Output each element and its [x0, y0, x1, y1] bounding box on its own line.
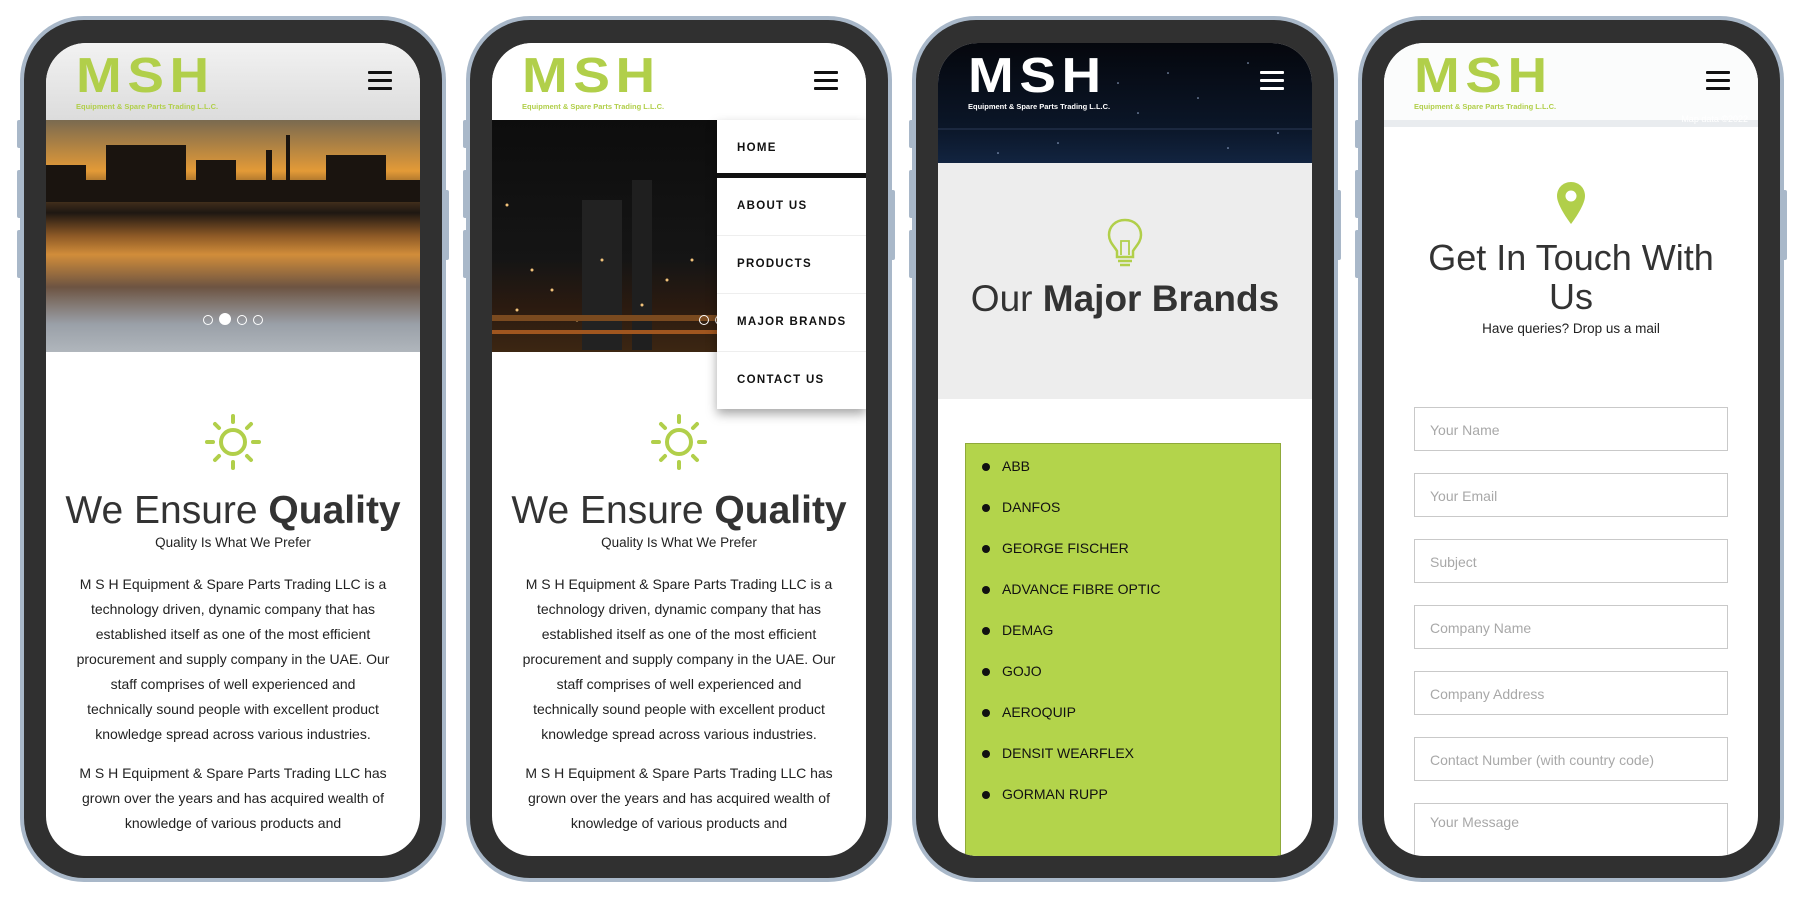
- sun-icon: [651, 414, 707, 470]
- msh-logo[interactable]: MSH Equipment & Spare Parts Trading L.L.…: [76, 51, 218, 111]
- message-textarea[interactable]: Your Message: [1414, 803, 1728, 856]
- brand-name: AEROQUIP: [1002, 704, 1076, 720]
- msh-logo[interactable]: MSH Equipment & Spare Parts Trading L.L.…: [1414, 51, 1556, 111]
- slider-dot[interactable]: [219, 313, 231, 325]
- brand-list-item: DENSIT WEARFLEX: [966, 733, 1280, 774]
- bullet-icon: [982, 544, 990, 553]
- brand-list-item: ADVANCE FIBRE OPTIC: [966, 569, 1280, 610]
- bullet-icon: [982, 708, 990, 717]
- phone-frame-contact: Map data ©2022 MSH Equipment & Spare Par…: [1355, 20, 1787, 878]
- bullet-icon: [982, 503, 990, 512]
- intro-paragraph: M S H Equipment & Spare Parts Trading LL…: [76, 576, 390, 742]
- bullet-icon: [982, 749, 990, 758]
- nav-item-home[interactable]: HOME: [717, 120, 866, 178]
- screen-home: MSH Equipment & Spare Parts Trading L.L.…: [46, 43, 420, 856]
- phone-frame-brands: MSH Equipment & Spare Parts Trading L.L.…: [909, 20, 1341, 878]
- intro-paragraph: M S H Equipment & Spare Parts Trading LL…: [522, 576, 836, 742]
- site-header: MSH Equipment & Spare Parts Trading L.L.…: [492, 43, 866, 120]
- brand-name: GORMAN RUPP: [1002, 786, 1108, 802]
- history-paragraph: M S H Equipment & Spare Parts Trading LL…: [525, 765, 833, 831]
- slider-dots: [46, 312, 420, 330]
- hamburger-menu-icon[interactable]: [814, 71, 838, 91]
- nav-item-major-brands[interactable]: MAJOR BRANDS: [717, 294, 866, 352]
- contact-number-input[interactable]: Contact Number (with country code): [1414, 737, 1728, 781]
- bullet-icon: [982, 790, 990, 799]
- brands-list-box: ABB DANFOS GEORGE FISCHER ADVANCE FIBRE OPT…: [965, 443, 1281, 856]
- subject-input[interactable]: Subject: [1414, 539, 1728, 583]
- brand-name: DENSIT WEARFLEX: [1002, 745, 1134, 761]
- section-heading: We Ensure Quality: [511, 489, 847, 532]
- brand-list-item: ABB: [966, 446, 1280, 487]
- history-paragraph: M S H Equipment & Spare Parts Trading LL…: [79, 765, 387, 831]
- brand-list-item: GEORGE FISCHER: [966, 528, 1280, 569]
- email-input[interactable]: Your Email: [1414, 473, 1728, 517]
- brand-name: DANFOS: [1002, 499, 1061, 515]
- contact-subheading: Have queries? Drop us a mail: [1482, 321, 1660, 336]
- msh-logo[interactable]: MSH Equipment & Spare Parts Trading L.L.…: [522, 51, 664, 111]
- brands-heading: Our Major Brands: [970, 278, 1280, 319]
- msh-logo[interactable]: MSH Equipment & Spare Parts Trading L.L.…: [968, 51, 1110, 111]
- bullet-icon: [982, 585, 990, 594]
- site-header: MSH Equipment & Spare Parts Trading L.L.…: [938, 43, 1312, 120]
- contact-heading-block: Get In Touch With Us Have queries? Drop …: [1384, 181, 1758, 336]
- slider-dot[interactable]: [253, 315, 263, 325]
- brands-heading-panel: Our Major Brands: [938, 163, 1312, 399]
- hamburger-menu-icon[interactable]: [1706, 71, 1730, 91]
- brand-name: GEORGE FISCHER: [1002, 540, 1129, 556]
- site-header: MSH Equipment & Spare Parts Trading L.L.…: [1384, 43, 1758, 120]
- hamburger-menu-icon[interactable]: [368, 71, 392, 91]
- brand-list-item: GOJO: [966, 651, 1280, 692]
- company-address-input[interactable]: Company Address: [1414, 671, 1728, 715]
- nav-item-products[interactable]: PRODUCTS: [717, 236, 866, 294]
- slider-dot[interactable]: [699, 315, 709, 325]
- bullet-icon: [982, 626, 990, 635]
- location-pin-icon: [1557, 182, 1585, 224]
- bullet-icon: [982, 462, 990, 471]
- company-name-input[interactable]: Company Name: [1414, 605, 1728, 649]
- quality-section: We Ensure Quality Quality Is What We Pre…: [492, 352, 866, 836]
- screen-menu-open: MSH Equipment & Spare Parts Trading L.L.…: [492, 43, 866, 856]
- hamburger-menu-icon[interactable]: [1260, 71, 1284, 91]
- brand-list-item: DEMAG: [966, 610, 1280, 651]
- nav-dropdown-menu: HOME ABOUT US PRODUCTS MAJOR BRANDS CONT…: [717, 120, 866, 409]
- section-heading: We Ensure Quality: [65, 489, 401, 532]
- contact-heading: Get In Touch With Us: [1428, 237, 1714, 317]
- brand-name: GOJO: [1002, 663, 1042, 679]
- brand-list-item: DANFOS: [966, 487, 1280, 528]
- brand-name: ADVANCE FIBRE OPTIC: [1002, 581, 1161, 597]
- bullet-icon: [982, 667, 990, 676]
- brand-list-item: GORMAN RUPP: [966, 774, 1280, 815]
- name-input[interactable]: Your Name: [1414, 407, 1728, 451]
- phone-frame-menu: MSH Equipment & Spare Parts Trading L.L.…: [463, 20, 895, 878]
- slider-dot[interactable]: [203, 315, 213, 325]
- nav-item-contact-us[interactable]: CONTACT US: [717, 352, 866, 409]
- quality-section: We Ensure Quality Quality Is What We Pre…: [46, 352, 420, 836]
- sun-icon: [205, 414, 261, 470]
- screen-brands: MSH Equipment & Spare Parts Trading L.L.…: [938, 43, 1312, 856]
- lightbulb-icon: [1107, 218, 1143, 267]
- phone-frame-home: MSH Equipment & Spare Parts Trading L.L.…: [17, 20, 449, 878]
- nav-item-about-us[interactable]: ABOUT US: [717, 178, 866, 236]
- brand-name: DEMAG: [1002, 622, 1054, 638]
- brand-list-item: AEROQUIP: [966, 692, 1280, 733]
- section-subheading: Quality Is What We Prefer: [601, 535, 757, 550]
- site-header: MSH Equipment & Spare Parts Trading L.L.…: [46, 43, 420, 120]
- brand-name: ABB: [1002, 458, 1031, 474]
- screen-contact: Map data ©2022 MSH Equipment & Spare Par…: [1384, 43, 1758, 856]
- slider-dot[interactable]: [237, 315, 247, 325]
- hero-slider-refinery-sunset: [46, 120, 420, 352]
- section-subheading: Quality Is What We Prefer: [155, 535, 311, 550]
